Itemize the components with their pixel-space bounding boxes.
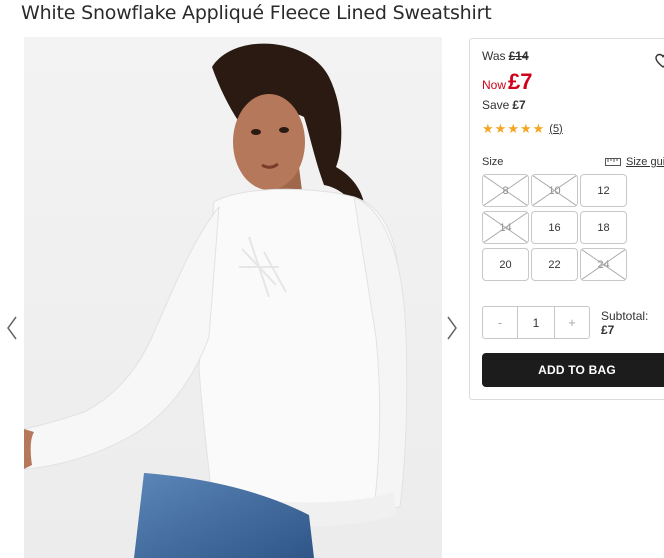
size-option[interactable]: 22 [531, 248, 578, 281]
unavailable-cross-icon [532, 175, 577, 206]
now-label: Now [482, 78, 507, 92]
gallery-next-button[interactable] [444, 314, 460, 342]
purchase-panel: Was £14 Now£7 Save £7 ★ ★ ★ ★ ★ (5) Size S… [469, 38, 664, 400]
now-price-value: £7 [508, 69, 533, 94]
now-price: Now£7 [482, 69, 533, 95]
size-option-label: 22 [548, 258, 561, 271]
was-price-value: £14 [508, 49, 529, 63]
subtotal-label: Subtotal: [601, 309, 649, 323]
size-option[interactable]: 24 [580, 248, 627, 281]
chevron-left-icon [7, 316, 17, 340]
save-amount: Save £7 [482, 98, 526, 112]
unavailable-cross-icon [483, 175, 528, 206]
subtotal-amount: £7 [601, 323, 615, 337]
size-option-label: 18 [597, 221, 610, 234]
wishlist-button[interactable] [655, 53, 664, 69]
ruler-icon [605, 158, 621, 166]
size-label: Size [482, 156, 504, 168]
size-guide-link[interactable]: Size guide [605, 156, 664, 168]
size-option[interactable]: 18 [580, 211, 627, 244]
star-icon: ★ [482, 121, 494, 136]
size-option[interactable]: 12 [580, 174, 627, 207]
subtotal: Subtotal: £7 [601, 309, 648, 337]
add-to-bag-button[interactable]: ADD TO BAG [482, 353, 664, 387]
star-icon: ★ [494, 121, 507, 136]
quantity-decrease-button[interactable]: - [483, 307, 517, 338]
was-label: Was [482, 49, 506, 63]
rating: ★ ★ ★ ★ ★ (5) [482, 122, 563, 135]
heart-icon [655, 53, 664, 68]
review-count-link[interactable]: (5) [549, 123, 562, 135]
size-option-label: 16 [548, 221, 561, 234]
size-option[interactable]: 16 [531, 211, 578, 244]
was-price: Was £14 [482, 49, 529, 63]
size-guide-label: Size guide [626, 156, 664, 168]
quantity-increase-button[interactable]: + [555, 307, 589, 338]
size-option-label: 20 [499, 258, 512, 271]
save-label: Save [482, 98, 510, 112]
quantity-stepper: - 1 + [482, 306, 590, 339]
chevron-right-icon [447, 316, 457, 340]
unavailable-cross-icon [483, 212, 528, 243]
size-grid: 810 12 14 16 18 20 22 24 [482, 174, 627, 281]
star-icon: ★ [532, 121, 545, 136]
product-image[interactable] [24, 37, 442, 558]
size-option[interactable]: 20 [482, 248, 529, 281]
star-icon: ★ [519, 121, 532, 136]
product-title: White Snowflake Appliqué Fleece Lined Sw… [21, 2, 492, 24]
product-photo [24, 37, 442, 558]
gallery-prev-button[interactable] [4, 314, 20, 342]
star-icon: ★ [507, 121, 519, 136]
size-option-label: 12 [597, 184, 610, 197]
unavailable-cross-icon [581, 249, 626, 280]
quantity-input[interactable]: 1 [517, 307, 555, 338]
save-amount-value: £7 [512, 98, 526, 112]
size-option[interactable]: 10 [531, 174, 578, 207]
size-option[interactable]: 14 [482, 211, 529, 244]
size-option[interactable]: 8 [482, 174, 529, 207]
